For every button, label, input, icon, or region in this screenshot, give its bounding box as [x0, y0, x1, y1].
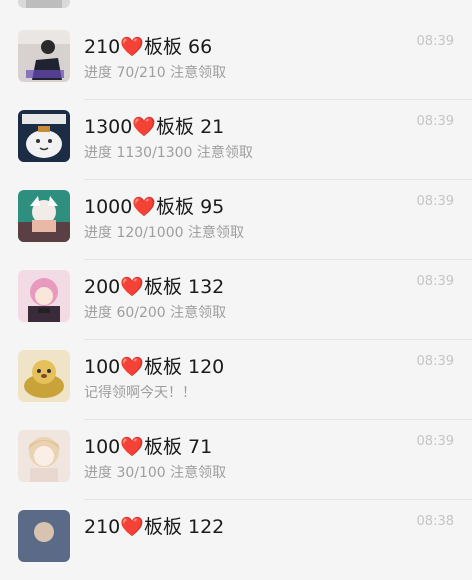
chat-time: 08:39: [416, 114, 454, 129]
chat-time: 08:39: [416, 354, 454, 369]
pudding-dog-avatar: [18, 350, 70, 402]
chat-preview: 进度 30/100 注意领取: [84, 465, 227, 481]
heart-icon: ❤️: [120, 276, 144, 298]
chat-time: 08:38: [416, 514, 454, 529]
partial-avatar: [18, 510, 70, 562]
heart-icon: ❤️: [120, 516, 144, 538]
chat-time: 08:39: [416, 274, 454, 289]
heart-icon: ❤️: [132, 116, 157, 138]
heart-icon: ❤️: [120, 36, 144, 58]
chat-item[interactable]: 100❤️板板 71 进度 30/100 注意领取 08:39: [0, 420, 472, 500]
chat-title: 210❤️板板 66: [84, 36, 213, 58]
heart-icon: ❤️: [132, 196, 157, 218]
chat-preview: 记得领啊今天！！: [84, 385, 196, 401]
girl-sitting-avatar: [18, 30, 70, 82]
chat-time: 08:39: [416, 434, 454, 449]
chat-item[interactable]: 100❤️板板 120 记得领啊今天！！ 08:39: [0, 340, 472, 420]
chat-time: 08:39: [416, 194, 454, 209]
chat-item[interactable]: 210❤️板板 122 08:38: [0, 500, 472, 580]
chat-title: 1000❤️板板 95: [84, 196, 225, 218]
chat-time: 08:39: [416, 34, 454, 49]
chat-preview: 进度 70/210 注意领取: [84, 65, 227, 81]
chat-item[interactable]: 1300❤️板板 21 进度 1130/1300 注意领取 08:39: [0, 100, 472, 180]
chat-preview: 进度 120/1000 注意领取: [84, 225, 244, 241]
cartoon-meme-avatar: [18, 110, 70, 162]
chat-preview: 进度 1130/1300 注意领取: [84, 145, 253, 161]
chat-title: 100❤️板板 71: [84, 436, 213, 458]
heart-icon: ❤️: [120, 436, 144, 458]
anime-white-hair-avatar: [18, 190, 70, 242]
anime-pink-hair-avatar: [18, 270, 70, 322]
heart-icon: ❤️: [120, 356, 144, 378]
chat-title: 1300❤️板板 21: [84, 116, 225, 138]
partial-avatar-top: [18, 0, 70, 8]
chat-title: 200❤️板板 132: [84, 276, 225, 298]
chat-title: 100❤️板板 120: [84, 356, 225, 378]
chat-item[interactable]: 1000❤️板板 95 进度 120/1000 注意领取 08:39: [0, 180, 472, 260]
chat-preview: 进度 60/200 注意领取: [84, 305, 227, 321]
chat-title: 210❤️板板 122: [84, 516, 225, 538]
chat-item[interactable]: 200❤️板板 132 进度 60/200 注意领取 08:39: [0, 260, 472, 340]
chat-item[interactable]: 210❤️板板 66 进度 70/210 注意领取 08:39: [0, 20, 472, 100]
anime-blonde-avatar: [18, 430, 70, 482]
